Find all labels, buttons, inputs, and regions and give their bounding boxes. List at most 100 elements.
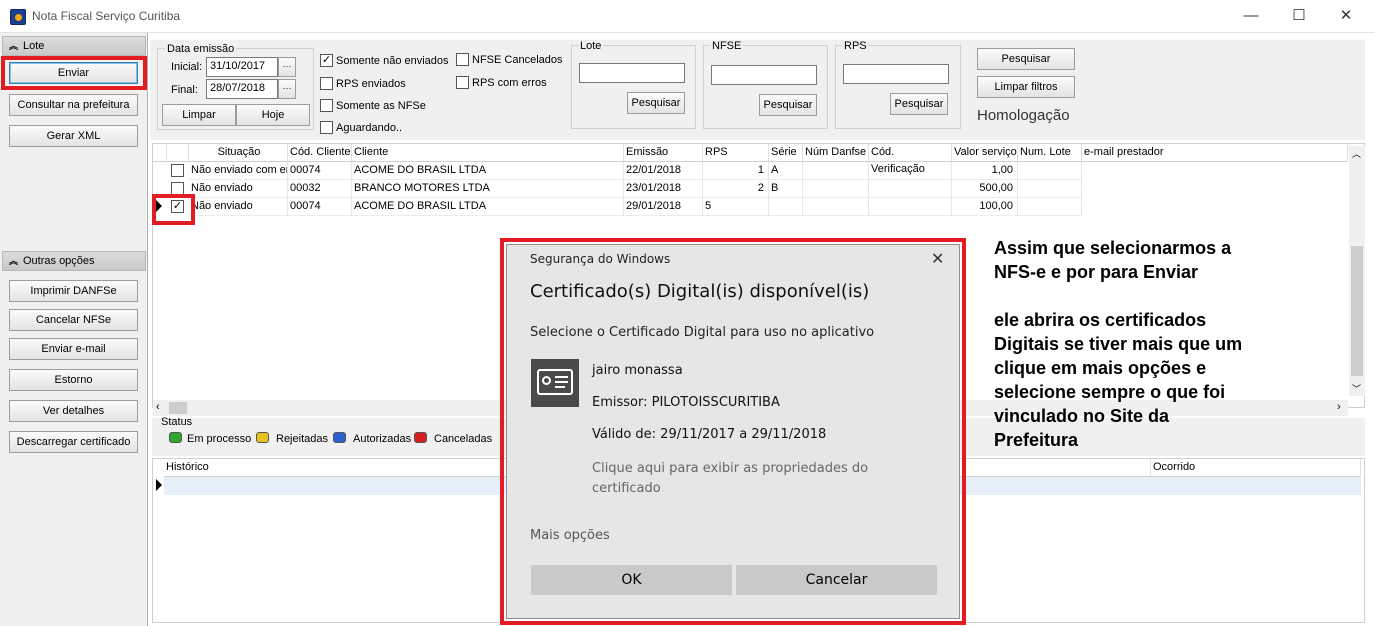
certificate-name[interactable]: jairo monassa xyxy=(592,363,683,378)
rps-enviados-checkbox[interactable] xyxy=(320,77,333,90)
cell-cod-verificacao xyxy=(869,198,952,216)
somente-nfse-checkbox[interactable] xyxy=(320,99,333,112)
col-num-danfse[interactable]: Núm Danfse xyxy=(803,144,869,162)
dialog-close-icon[interactable]: ✕ xyxy=(931,249,944,268)
scroll-thumb[interactable] xyxy=(1351,246,1363,376)
annotation-line: vinculado no Site da xyxy=(994,406,1170,426)
data-inicial-input[interactable]: 31/10/2017 xyxy=(206,57,278,77)
cell-num-lote xyxy=(1018,162,1082,180)
scroll-down-icon[interactable]: ﹀ xyxy=(1352,382,1361,395)
col-rps[interactable]: RPS xyxy=(703,144,769,162)
cancelar-button[interactable]: Cancelar xyxy=(736,565,937,595)
data-final-input[interactable]: 28/07/2018 xyxy=(206,79,278,99)
estorno-button[interactable]: Estorno xyxy=(9,369,138,391)
cancelar-nfse-button[interactable]: Cancelar NFSe xyxy=(9,309,138,331)
final-label: Final: xyxy=(171,84,198,96)
chevron-up-icon: ︽ xyxy=(9,41,19,51)
data-final-picker-button[interactable]: ··· xyxy=(278,79,296,99)
rps-com-erros-checkbox[interactable] xyxy=(456,76,469,89)
canceladas-icon xyxy=(414,432,427,443)
cell-situacao: Não enviado xyxy=(189,198,288,216)
rps-input[interactable] xyxy=(843,64,949,84)
col-serie[interactable]: Série xyxy=(769,144,803,162)
col-email-prestador[interactable]: e-mail prestador xyxy=(1082,144,1348,162)
ok-button[interactable]: OK xyxy=(531,565,732,595)
limpar-filtros-button[interactable]: Limpar filtros xyxy=(977,76,1075,98)
lote-pesquisar-button[interactable]: Pesquisar xyxy=(627,92,685,114)
grid-indicator-header xyxy=(153,144,167,162)
cell-emissao: 29/01/2018 xyxy=(624,198,703,216)
row-checkbox[interactable] xyxy=(171,164,184,177)
rps-pesquisar-button[interactable]: Pesquisar xyxy=(890,93,948,115)
col-valor-servico[interactable]: Valor serviço xyxy=(952,144,1018,162)
cell-rps: 5 xyxy=(703,198,769,216)
scroll-right-icon[interactable]: › xyxy=(1337,401,1341,413)
rps-enviados-label: RPS enviados xyxy=(336,78,406,90)
nfse-cancelados-label: NFSE Cancelados xyxy=(472,54,563,66)
col-cod-verificacao[interactable]: Cód. Verificação xyxy=(869,144,952,175)
annotation-line: Assim que selecionarmos a xyxy=(994,238,1232,258)
scroll-up-icon[interactable]: ︿ xyxy=(1352,147,1361,160)
nfse-input[interactable] xyxy=(711,65,817,85)
nfse-pesquisar-button[interactable]: Pesquisar xyxy=(759,94,817,116)
col-num-lote[interactable]: Num. Lote xyxy=(1018,144,1082,162)
rps-group xyxy=(835,45,961,129)
pesquisar-button[interactable]: Pesquisar xyxy=(977,48,1075,70)
certificate-emissor: Emissor: PILOTOISSCURITIBA xyxy=(592,395,780,410)
annotation-line: NFS-e e por para Enviar xyxy=(994,262,1199,282)
window-title: Nota Fiscal Serviço Curitiba xyxy=(32,9,181,23)
annotation-line: clique em mais opções e xyxy=(994,358,1207,378)
current-row-arrow-icon xyxy=(156,479,162,491)
descarregar-certificado-button[interactable]: Descarregar certificado xyxy=(9,431,138,453)
annotation-line xyxy=(994,284,1324,308)
annotation-line: Digitais se tiver mais que um xyxy=(994,334,1243,354)
hoje-button[interactable]: Hoje xyxy=(236,104,310,126)
col-ocorrido[interactable]: Ocorrido xyxy=(1151,459,1361,477)
limpar-data-button[interactable]: Limpar xyxy=(162,104,236,126)
cell-num-lote xyxy=(1018,180,1082,198)
cell-num-danfse xyxy=(803,198,869,216)
annotation-line: Prefeitura xyxy=(994,430,1079,450)
aguardando-checkbox[interactable] xyxy=(320,121,333,134)
col-cliente[interactable]: Cliente xyxy=(352,144,624,162)
outras-opcoes-section-header[interactable]: ︽ Outras opções xyxy=(2,251,146,271)
enviar-email-button[interactable]: Enviar e-mail xyxy=(9,338,138,360)
cell-cliente: BRANCO MOTORES LTDA xyxy=(352,180,624,198)
grid-vertical-scrollbar[interactable]: ︿ ﹀ xyxy=(1349,146,1365,396)
canceladas-label: Canceladas xyxy=(434,433,493,445)
somente-nao-enviados-checkbox[interactable]: ✓ xyxy=(320,54,333,67)
cell-cod-cliente: 00074 xyxy=(288,198,352,216)
gerar-xml-button[interactable]: Gerar XML xyxy=(9,125,138,147)
title-bar: Nota Fiscal Serviço Curitiba — ☐ ✕ xyxy=(0,0,1375,33)
lote-section-header[interactable]: ︽ Lote xyxy=(2,36,146,56)
enviar-highlight-box xyxy=(1,56,147,90)
data-emissao-title: Data emissão xyxy=(165,43,237,55)
rps-title: RPS xyxy=(842,40,869,52)
cell-serie: B xyxy=(769,180,803,198)
nfse-cancelados-checkbox[interactable] xyxy=(456,53,469,66)
somente-nao-enviados-label: Somente não enviados xyxy=(336,55,449,67)
dialog-subtitle: Selecione o Certificado Digital para uso… xyxy=(530,325,875,340)
cell-cod-verificacao xyxy=(869,162,952,180)
mais-opcoes-link[interactable]: Mais opções xyxy=(530,528,610,543)
close-icon[interactable]: ✕ xyxy=(1336,6,1356,26)
scroll-left-icon[interactable]: ‹ xyxy=(156,401,160,413)
certificate-properties-link[interactable]: Clique aqui para exibir as propriedades … xyxy=(592,459,912,499)
chevron-up-icon: ︽ xyxy=(9,256,19,266)
consultar-prefeitura-button[interactable]: Consultar na prefeitura xyxy=(9,94,138,116)
data-inicial-picker-button[interactable]: ··· xyxy=(278,57,296,77)
col-emissao[interactable]: Emissão xyxy=(624,144,703,162)
col-situacao[interactable]: Situação xyxy=(189,144,288,162)
status-title: Status xyxy=(161,416,193,428)
scroll-thumb-h[interactable] xyxy=(169,402,187,414)
col-cod-cliente[interactable]: Cód. Cliente xyxy=(288,144,352,162)
cell-valor: 100,00 xyxy=(952,198,1018,216)
imprimir-danfse-button[interactable]: Imprimir DANFSe xyxy=(9,280,138,302)
lote-input[interactable] xyxy=(579,63,685,83)
ver-detalhes-button[interactable]: Ver detalhes xyxy=(9,400,138,422)
minimize-icon[interactable]: — xyxy=(1241,6,1261,26)
checkbox-highlight-box xyxy=(152,194,195,225)
maximize-icon[interactable]: ☐ xyxy=(1289,6,1309,26)
cell-num-lote xyxy=(1018,198,1082,216)
rps-com-erros-label: RPS com erros xyxy=(472,77,547,89)
